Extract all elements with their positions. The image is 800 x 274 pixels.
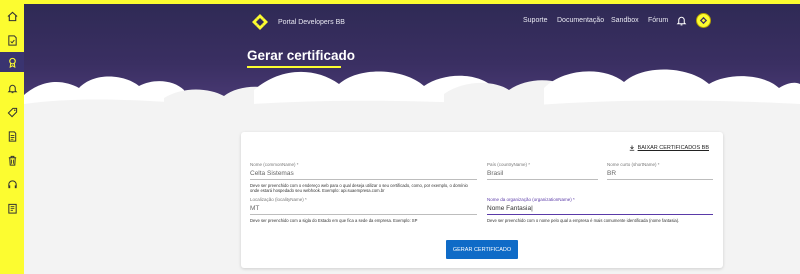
- page-title: Gerar certificado: [247, 48, 356, 63]
- document-icon: [8, 130, 16, 142]
- country-field: País (countryName) * Brasil: [487, 162, 598, 180]
- trash-icon: [8, 155, 16, 166]
- organization-input[interactable]: Nome Fantasia|: [487, 205, 713, 215]
- nav-link-documentacao[interactable]: Documentação: [557, 17, 604, 24]
- bb-logo-icon: [252, 14, 268, 30]
- common-name-help: Deve ser preenchido com o endereço web p…: [250, 183, 468, 194]
- common-name-label: Nome (commonName) *: [250, 162, 299, 167]
- short-name-field: Nome curto (shortName) * BR: [607, 162, 713, 180]
- user-avatar[interactable]: [696, 13, 711, 28]
- sidebar-item-delete[interactable]: [0, 150, 24, 170]
- locality-label: Localização (localityName) *: [250, 197, 307, 202]
- sidebar-item-tags[interactable]: [0, 102, 24, 122]
- locality-input[interactable]: MT: [250, 205, 477, 215]
- sidebar-item-list[interactable]: [0, 198, 24, 218]
- bb-avatar-logo-icon: [699, 16, 708, 25]
- organization-help: Deve ser preenchido com o nome pelo qual…: [487, 218, 680, 223]
- download-certificates-link[interactable]: BAIXAR CERTIFICADOS BB: [629, 145, 709, 151]
- locality-field: Localização (localityName) * MT Deve ser…: [250, 197, 477, 223]
- sidebar-item-notifications[interactable]: [0, 78, 24, 98]
- sidebar-item-document[interactable]: [0, 126, 24, 146]
- brand-name: Portal Developers BB: [278, 18, 345, 26]
- common-name-input[interactable]: Celta Sistemas: [250, 170, 477, 180]
- nav-link-sandbox[interactable]: Sandbox: [611, 17, 639, 24]
- download-icon: [629, 145, 634, 151]
- cloud-decoration: [24, 69, 800, 120]
- home-icon: [7, 11, 17, 21]
- locality-help: Deve ser preenchido com a sigla do Estad…: [250, 218, 418, 223]
- download-label: BAIXAR CERTIFICADOS BB: [637, 145, 709, 151]
- sidebar-item-support[interactable]: [0, 174, 24, 194]
- list-document-icon: [7, 203, 17, 214]
- notifications-bell-icon[interactable]: [676, 15, 687, 26]
- document-check-icon: [7, 34, 17, 46]
- country-label: País (countryName) *: [487, 162, 531, 167]
- organization-field: Nome da organização (organizationName) *…: [487, 197, 713, 223]
- short-name-input[interactable]: BR: [607, 170, 713, 180]
- country-input[interactable]: Brasil: [487, 170, 598, 180]
- tag-icon: [7, 107, 17, 117]
- bell-icon: [7, 84, 17, 93]
- sidebar: [0, 0, 24, 274]
- common-name-field: Nome (commonName) * Celta Sistemas Deve …: [250, 162, 477, 193]
- short-name-label: Nome curto (shortName) *: [607, 162, 660, 167]
- nav-link-suporte[interactable]: Suporte: [523, 17, 548, 24]
- sidebar-item-home[interactable]: [0, 6, 24, 26]
- sidebar-item-docs[interactable]: [0, 30, 24, 50]
- nav-link-forum[interactable]: Fórum: [648, 17, 668, 24]
- badge-icon: [8, 57, 16, 68]
- headset-icon: [7, 179, 17, 188]
- sidebar-item-certificates[interactable]: [0, 52, 24, 72]
- generate-certificate-button[interactable]: GERAR CERTIFICADO: [446, 240, 518, 259]
- organization-label: Nome da organização (organizationName) *: [487, 197, 575, 202]
- certificate-form-card: BAIXAR CERTIFICADOS BB Nome (commonName)…: [241, 132, 723, 268]
- brand[interactable]: Portal Developers BB: [250, 12, 345, 32]
- title-underline: [247, 66, 341, 68]
